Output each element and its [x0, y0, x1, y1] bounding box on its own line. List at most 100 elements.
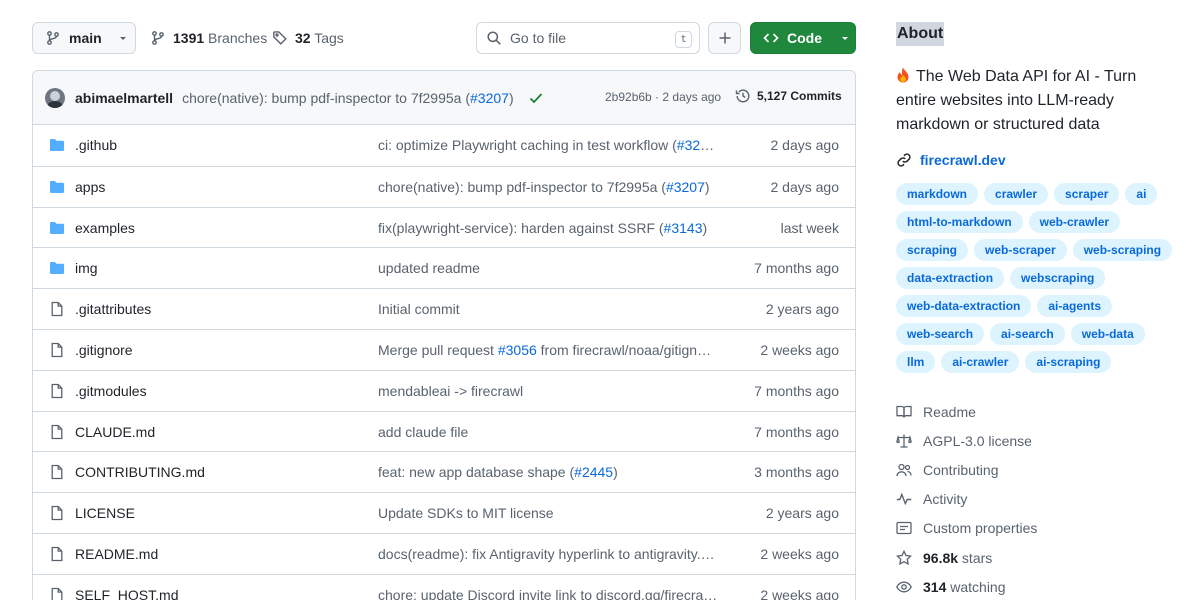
topic-tag[interactable]: ai-search: [990, 323, 1065, 345]
topic-tag[interactable]: web-data: [1070, 323, 1145, 345]
code-button[interactable]: Code: [750, 22, 856, 54]
folder-row[interactable]: .github ci: optimize Playwright caching i…: [33, 125, 855, 166]
commit-message[interactable]: fix(playwright-service): harden against …: [378, 220, 707, 236]
topic-tag[interactable]: llm: [896, 351, 936, 373]
commit-sha-time[interactable]: 2b92b6b · 2 days ago: [605, 90, 721, 104]
pr-link[interactable]: #3056: [498, 342, 537, 358]
topic-tag[interactable]: web-crawler: [1028, 211, 1121, 233]
sidebar-link-count: 96.8k: [923, 549, 959, 566]
commit-message[interactable]: docs(readme): fix Antigravity hyperlink …: [378, 546, 715, 562]
branch-selector-button[interactable]: main: [32, 22, 136, 54]
file-row[interactable]: .gitignore Merge pull request #3056 from …: [33, 328, 855, 370]
topic-tag[interactable]: html-to-markdown: [896, 211, 1023, 233]
file-row[interactable]: .gitattributes Initial commit 2 years ago: [33, 288, 855, 329]
topic-tag[interactable]: crawler: [984, 183, 1049, 205]
topic-tag[interactable]: webscraping: [1010, 267, 1106, 289]
file-name[interactable]: .gitmodules: [75, 383, 147, 399]
file-name[interactable]: .github: [75, 137, 117, 153]
commit-message[interactable]: Merge pull request #3056 from firecrawl/…: [378, 342, 711, 358]
branches-link[interactable]: 1391 Branches: [150, 22, 267, 54]
commit-message[interactable]: add claude file: [378, 424, 468, 440]
commit-message[interactable]: Update SDKs to MIT license: [378, 505, 554, 521]
file-name[interactable]: apps: [75, 179, 105, 195]
commit-author[interactable]: abimaelmartell: [75, 90, 173, 106]
topic-tag[interactable]: web-data-extraction: [896, 295, 1032, 317]
file-name[interactable]: CLAUDE.md: [75, 424, 155, 440]
add-file-button[interactable]: [708, 22, 741, 54]
file-row[interactable]: SELF_HOST.md chore: update Discord invite…: [33, 573, 855, 600]
check-icon[interactable]: [528, 90, 544, 106]
file-name[interactable]: README.md: [75, 546, 158, 562]
pr-link[interactable]: #3207: [666, 179, 705, 195]
website-url: firecrawl.dev: [920, 152, 1006, 168]
commit-date: 2 years ago: [765, 301, 839, 318]
people-icon: [896, 462, 912, 478]
pr-link[interactable]: #320…: [677, 137, 720, 153]
file-name[interactable]: examples: [75, 220, 135, 236]
commit-message[interactable]: feat: new app database shape (#2445): [378, 464, 618, 480]
topic-tag[interactable]: web-scraper: [974, 239, 1067, 261]
commit-message[interactable]: chore: update Discord invite link to dis…: [378, 587, 717, 600]
folder-row[interactable]: img updated readme 7 months ago: [33, 247, 855, 288]
topic-tag[interactable]: ai-agents: [1037, 295, 1113, 317]
topic-tag[interactable]: ai-scraping: [1025, 351, 1112, 373]
file-row[interactable]: README.md docs(readme): fix Antigravity h…: [33, 532, 855, 574]
topic-tag[interactable]: scraper: [1054, 183, 1120, 205]
topic-tag[interactable]: markdown: [896, 183, 979, 205]
commit-message-text: from firecrawl/noaa/gitign…: [536, 341, 712, 358]
sidebar-link[interactable]: AGPL-3.0 license: [896, 426, 1186, 455]
file-browser: abimaelmartell chore(native): bump pdf-i…: [32, 70, 856, 600]
pr-link[interactable]: #2445: [574, 464, 613, 480]
sidebar-link[interactable]: 314 watching: [896, 572, 1186, 600]
commit-message-text: add claude file: [378, 423, 469, 440]
folder-row[interactable]: examples fix(playwright-service): harden …: [33, 206, 855, 248]
commit-message-text: ): [702, 219, 708, 236]
commit-message[interactable]: Initial commit: [378, 301, 460, 317]
topic-tag[interactable]: ai: [1125, 183, 1158, 205]
file-row[interactable]: LICENSE Update SDKs to MIT license 2 years…: [33, 492, 855, 533]
topic-tag[interactable]: web-search: [896, 323, 985, 345]
go-to-file-input[interactable]: Go to file t: [476, 22, 700, 54]
file-row[interactable]: CONTRIBUTING.md feat: new app database sh…: [33, 451, 855, 492]
commit-message[interactable]: updated readme: [378, 260, 480, 276]
tags-link[interactable]: 32 Tags: [272, 22, 344, 54]
file-name[interactable]: SELF_HOST.md: [75, 587, 178, 600]
about-heading: About: [896, 22, 945, 46]
avatar[interactable]: [45, 87, 65, 108]
latest-commit-bar: abimaelmartell chore(native): bump pdf-i…: [33, 71, 855, 125]
sidebar-link[interactable]: Activity: [896, 485, 1186, 514]
sidebar-link[interactable]: Contributing: [896, 455, 1186, 484]
folder-icon: [49, 220, 65, 236]
topic-tag[interactable]: data-extraction: [896, 267, 1005, 289]
sidebar-link[interactable]: Custom properties: [896, 514, 1186, 543]
sidebar-link-label: AGPL-3.0 license: [923, 433, 1032, 449]
commit-message[interactable]: mendableai -> firecrawl: [378, 383, 523, 399]
file-row[interactable]: .gitmodules mendableai -> firecrawl 7 mont…: [33, 369, 855, 411]
file-name[interactable]: .gitignore: [75, 342, 133, 358]
commit-message[interactable]: chore(native): bump pdf-inspector to 7f2…: [378, 179, 710, 195]
sidebar-link-text: Readme: [923, 403, 976, 420]
file-name[interactable]: img: [75, 260, 98, 276]
latest-commit-message[interactable]: chore(native): bump pdf-inspector to 7f2…: [182, 90, 514, 106]
file-name[interactable]: LICENSE: [75, 505, 135, 521]
folder-icon: [49, 137, 65, 153]
pr-link[interactable]: #3143: [664, 220, 703, 236]
pr-link[interactable]: #3207: [470, 90, 509, 106]
file-name[interactable]: .gitattributes: [75, 301, 151, 317]
fire-emoji-icon: [896, 67, 910, 83]
topic-tag[interactable]: ai-crawler: [941, 351, 1020, 373]
commit-date: 7 months ago: [754, 423, 839, 440]
sidebar-link-label: Contributing: [923, 462, 999, 478]
sidebar-link-label: 314 watching: [923, 579, 1006, 595]
website-link[interactable]: firecrawl.dev: [896, 152, 1186, 168]
folder-row[interactable]: apps chore(native): bump pdf-inspector to…: [33, 165, 855, 207]
commits-history-link[interactable]: 5,127 Commits: [735, 88, 842, 104]
topic-tag[interactable]: scraping: [896, 239, 969, 261]
sidebar-link[interactable]: Readme: [896, 397, 1186, 426]
file-icon: [49, 505, 65, 521]
sidebar-link[interactable]: 96.8k stars: [896, 543, 1186, 572]
file-row[interactable]: CLAUDE.md add claude file 7 months ago: [33, 410, 855, 452]
file-name[interactable]: CONTRIBUTING.md: [75, 464, 205, 480]
commit-message[interactable]: ci: optimize Playwright caching in test …: [378, 137, 720, 153]
topic-tag[interactable]: web-scraping: [1072, 239, 1173, 261]
